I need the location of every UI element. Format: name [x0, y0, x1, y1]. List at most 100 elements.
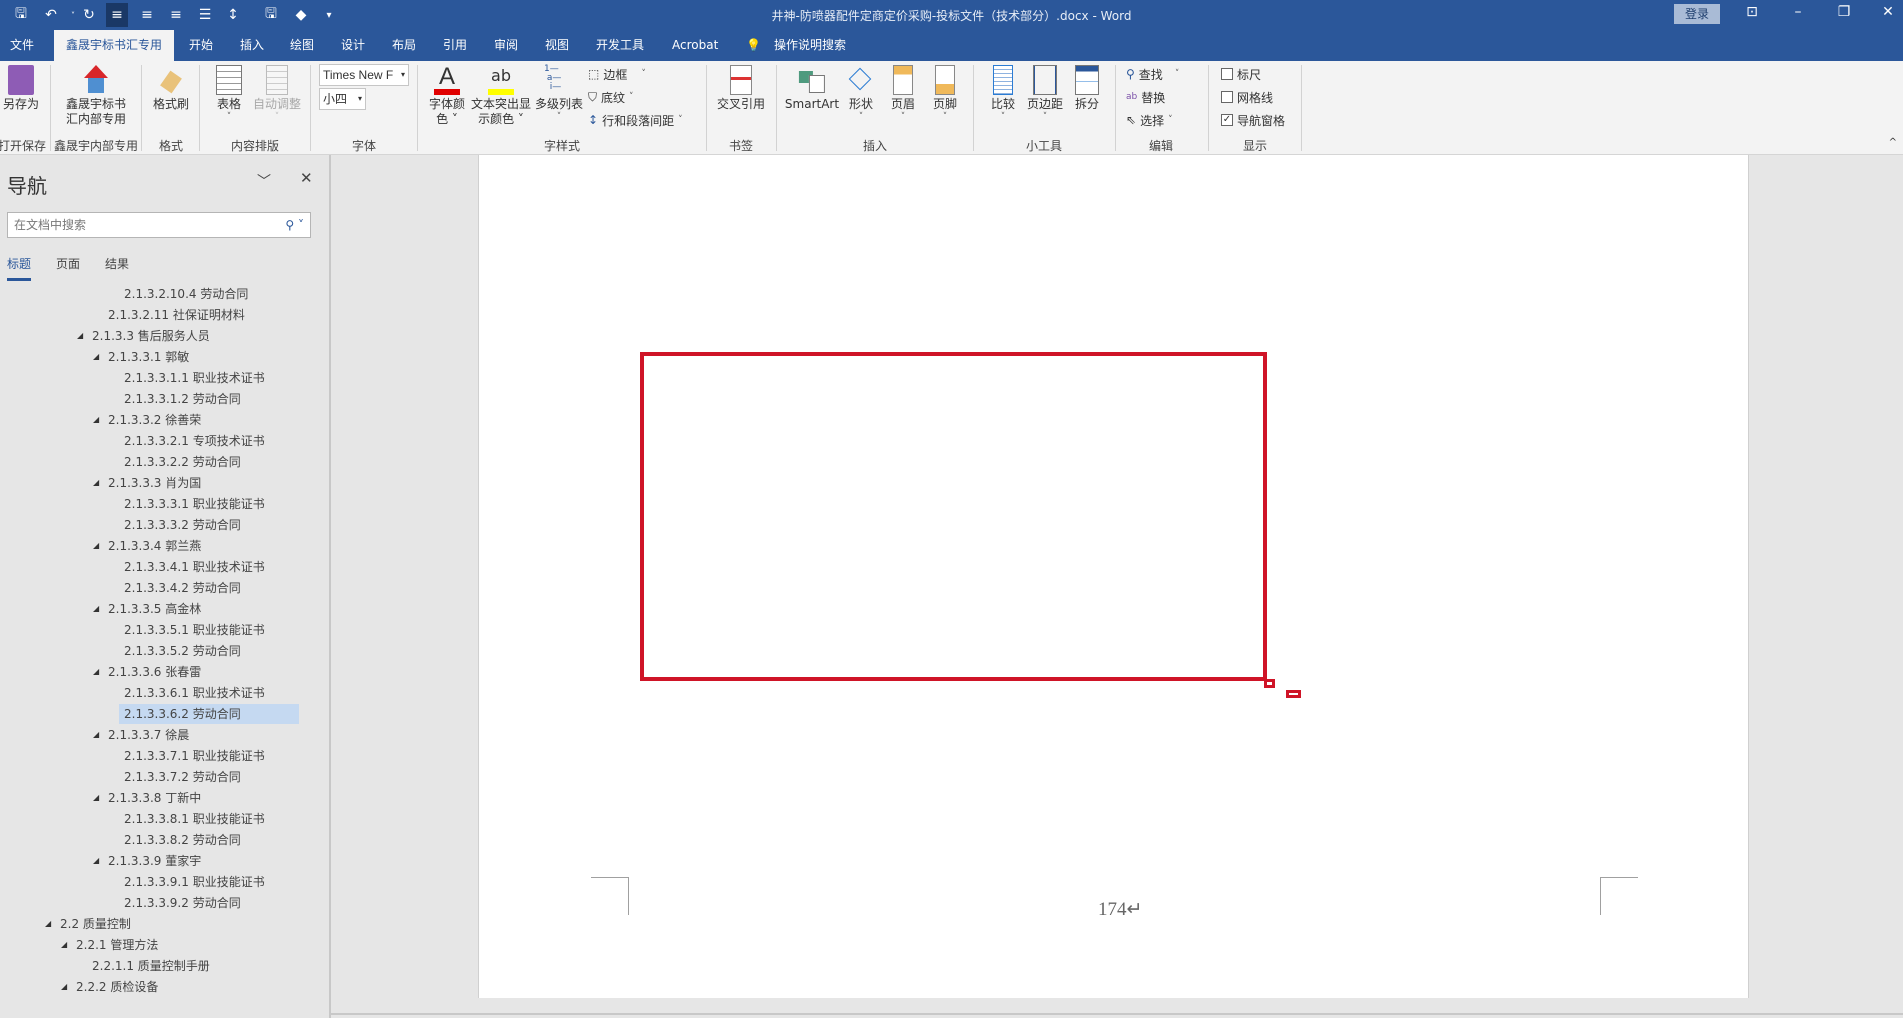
nav-heading-item[interactable]: 2.1.3.3.2.1 专项技术证书 [119, 431, 265, 451]
horizontal-scrollbar[interactable] [330, 1013, 1903, 1015]
shapes-button[interactable]: 形状 ˅ [846, 65, 876, 122]
line-spacing-button[interactable]: ↕ 行和段落间距 ˅ [588, 110, 683, 130]
table-button[interactable]: 表格 ˅ [216, 65, 242, 122]
nav-heading-item[interactable]: 2.1.3.3.1.2 劳动合同 [119, 389, 241, 409]
nav-tab-headings[interactable]: 标题 [7, 255, 32, 281]
nav-heading-item[interactable]: 2.1.3.3.5.2 劳动合同 [119, 641, 241, 661]
find-button[interactable]: ⚲ 查找 ˅ [1126, 64, 1179, 84]
nav-search-input[interactable]: 在文档中搜索 ⚲ ˅ [7, 212, 311, 238]
ribbon-display-options-icon[interactable]: ⊡ [1738, 4, 1766, 20]
tab-view[interactable]: 视图 [545, 30, 569, 61]
nav-heading-item[interactable]: 2.1.3.3.2.2 劳动合同 [119, 452, 241, 472]
tab-design[interactable]: 设计 [341, 30, 365, 61]
collapse-arrow-icon[interactable]: ◢ [61, 940, 67, 949]
save-as-button[interactable]: 另存为 [3, 65, 39, 112]
font-size-select[interactable]: 小四 ▾ [319, 88, 366, 110]
tab-draw[interactable]: 绘图 [290, 30, 314, 61]
nav-heading-item[interactable]: 2.1.3.3.3.1 职业技能证书 [119, 494, 265, 514]
layout-options-minus-icon[interactable] [1286, 690, 1301, 698]
collapse-arrow-icon[interactable]: ◢ [61, 982, 67, 991]
format-painter-button[interactable]: 格式刷 [153, 65, 189, 112]
tab-xsy[interactable]: 鑫晟宇标书汇专用 [54, 30, 175, 61]
cross-reference-button[interactable]: 交叉引用 [717, 65, 765, 112]
nav-heading-item[interactable]: 2.1.3.3.6.1 职业技术证书 [119, 683, 265, 703]
collapse-arrow-icon[interactable]: ◢ [93, 730, 99, 739]
collapse-arrow-icon[interactable]: ◢ [93, 667, 99, 676]
nav-heading-item[interactable]: 2.1.3.3.3 肖为国 [103, 473, 201, 493]
close-pane-icon[interactable]: ✕ [300, 169, 313, 187]
nav-heading-item[interactable]: 2.1.3.3.8.1 职业技能证书 [119, 809, 265, 829]
font-color-button[interactable]: A 字体颜色 ˅ [429, 65, 465, 127]
collapse-arrow-icon[interactable]: ◢ [93, 856, 99, 865]
collapse-arrow-icon[interactable]: ◢ [93, 604, 99, 613]
nav-heading-item[interactable]: 2.1.3.3.8.2 劳动合同 [119, 830, 241, 850]
minimize-icon[interactable]: – [1784, 4, 1812, 20]
collapse-arrow-icon[interactable]: ◢ [93, 415, 99, 424]
footer-button[interactable]: 页脚 ˅ [933, 65, 957, 122]
collapse-arrow-icon[interactable]: ◢ [93, 793, 99, 802]
nav-heading-item[interactable]: 2.1.3.3.9.1 职业技能证书 [119, 872, 265, 892]
replace-button[interactable]: ab 替换 [1126, 87, 1165, 107]
tab-developer[interactable]: 开发工具 [596, 30, 644, 61]
nav-heading-item[interactable]: 2.1.3.3.4 郭兰燕 [103, 536, 201, 556]
collapse-arrow-icon[interactable]: ◢ [93, 478, 99, 487]
tab-acrobat[interactable]: Acrobat [672, 30, 718, 61]
smartart-button[interactable]: SmartArt [785, 65, 839, 112]
tab-review[interactable]: 审阅 [494, 30, 518, 61]
autofit-button[interactable]: 自动调整 ˅ [253, 65, 301, 122]
xsy-internal-button[interactable]: 鑫晟宇标书 汇内部专用 [66, 65, 126, 127]
margins-button[interactable]: 页边距 ˅ [1027, 65, 1063, 122]
tab-insert[interactable]: 插入 [240, 30, 264, 61]
compare-button[interactable]: 比较 ˅ [991, 65, 1015, 122]
red-rectangle-shape[interactable] [640, 352, 1267, 681]
collapse-arrow-icon[interactable]: ◢ [93, 352, 99, 361]
restore-icon[interactable]: ❐ [1830, 4, 1858, 20]
nav-heading-item[interactable]: 2.2.1.1 质量控制手册 [87, 956, 210, 976]
multilevel-list-button[interactable]: 1— a— i— 多级列表 ˅ [535, 65, 583, 123]
select-button[interactable]: ⇖ 选择 ˅ [1126, 110, 1173, 130]
nav-heading-item[interactable]: 2.1.3.3.2 徐善荣 [103, 410, 201, 430]
nav-heading-item[interactable]: 2.1.3.3.7 徐晨 [103, 725, 189, 745]
gridlines-checkbox[interactable]: 网格线 [1221, 87, 1273, 107]
nav-pane-checkbox[interactable]: ✓ 导航窗格 [1221, 110, 1285, 130]
close-icon[interactable]: ✕ [1874, 4, 1902, 20]
nav-heading-item[interactable]: 2.1.3.3.8 丁新中 [103, 788, 201, 808]
chevron-down-icon[interactable]: ﹀ [257, 171, 271, 191]
nav-heading-item[interactable]: 2.1.3.3.9.2 劳动合同 [119, 893, 241, 913]
tab-layout[interactable]: 布局 [392, 30, 416, 61]
nav-heading-item[interactable]: 2.1.3.3.6.2 劳动合同 [119, 704, 299, 724]
nav-heading-item[interactable]: 2.1.3.3.3.2 劳动合同 [119, 515, 241, 535]
nav-heading-item[interactable]: 2.1.3.3.1.1 职业技术证书 [119, 368, 265, 388]
highlight-color-button[interactable]: ab 文本突出显 示颜色 ˅ [471, 65, 531, 127]
nav-heading-item[interactable]: 2.1.3.2.11 社保证明材料 [103, 305, 245, 325]
header-button[interactable]: 页眉 ˅ [891, 65, 915, 122]
nav-heading-item[interactable]: 2.1.3.3.1 郭敏 [103, 347, 189, 367]
nav-heading-item[interactable]: 2.1.3.3.9 董家宇 [103, 851, 201, 871]
nav-heading-item[interactable]: 2.1.3.3.5 高金林 [103, 599, 201, 619]
shading-button[interactable]: ⛉ 底纹 ˅ [588, 87, 634, 107]
tab-references[interactable]: 引用 [443, 30, 467, 61]
tab-file[interactable]: 文件 [10, 30, 34, 61]
collapse-arrow-icon[interactable]: ◢ [77, 331, 83, 340]
nav-tab-pages[interactable]: 页面 [56, 255, 80, 272]
nav-heading-item[interactable]: 2.1.3.2.10.4 劳动合同 [119, 284, 248, 304]
nav-heading-item[interactable]: 2.1.3.3.7.2 劳动合同 [119, 767, 241, 787]
font-name-select[interactable]: Times New F ▾ [319, 64, 409, 86]
nav-heading-item[interactable]: 2.1.3.3.4.1 职业技术证书 [119, 557, 265, 577]
tab-home[interactable]: 开始 [189, 30, 213, 61]
nav-heading-item[interactable]: 2.1.3.3.7.1 职业技能证书 [119, 746, 265, 766]
border-button[interactable]: ⬚ 边框 ˅ [588, 64, 646, 84]
search-icon[interactable]: ⚲ ˅ [285, 213, 304, 237]
nav-tab-results[interactable]: 结果 [105, 255, 129, 272]
split-button[interactable]: 拆分 [1074, 65, 1099, 112]
collapse-ribbon-icon[interactable]: ^ [1889, 137, 1897, 148]
nav-heading-item[interactable]: 2.2.1 管理方法 [71, 935, 158, 955]
resize-handle[interactable] [1264, 679, 1275, 688]
nav-heading-item[interactable]: 2.1.3.3.4.2 劳动合同 [119, 578, 241, 598]
login-button[interactable]: 登录 [1674, 4, 1720, 24]
nav-heading-item[interactable]: 2.1.3.3.6 张春雷 [103, 662, 201, 682]
ruler-checkbox[interactable]: 标尺 [1221, 64, 1261, 84]
collapse-arrow-icon[interactable]: ◢ [45, 919, 51, 928]
nav-heading-item[interactable]: 2.2 质量控制 [55, 914, 131, 934]
nav-heading-item[interactable]: 2.2.2 质检设备 [71, 977, 158, 997]
